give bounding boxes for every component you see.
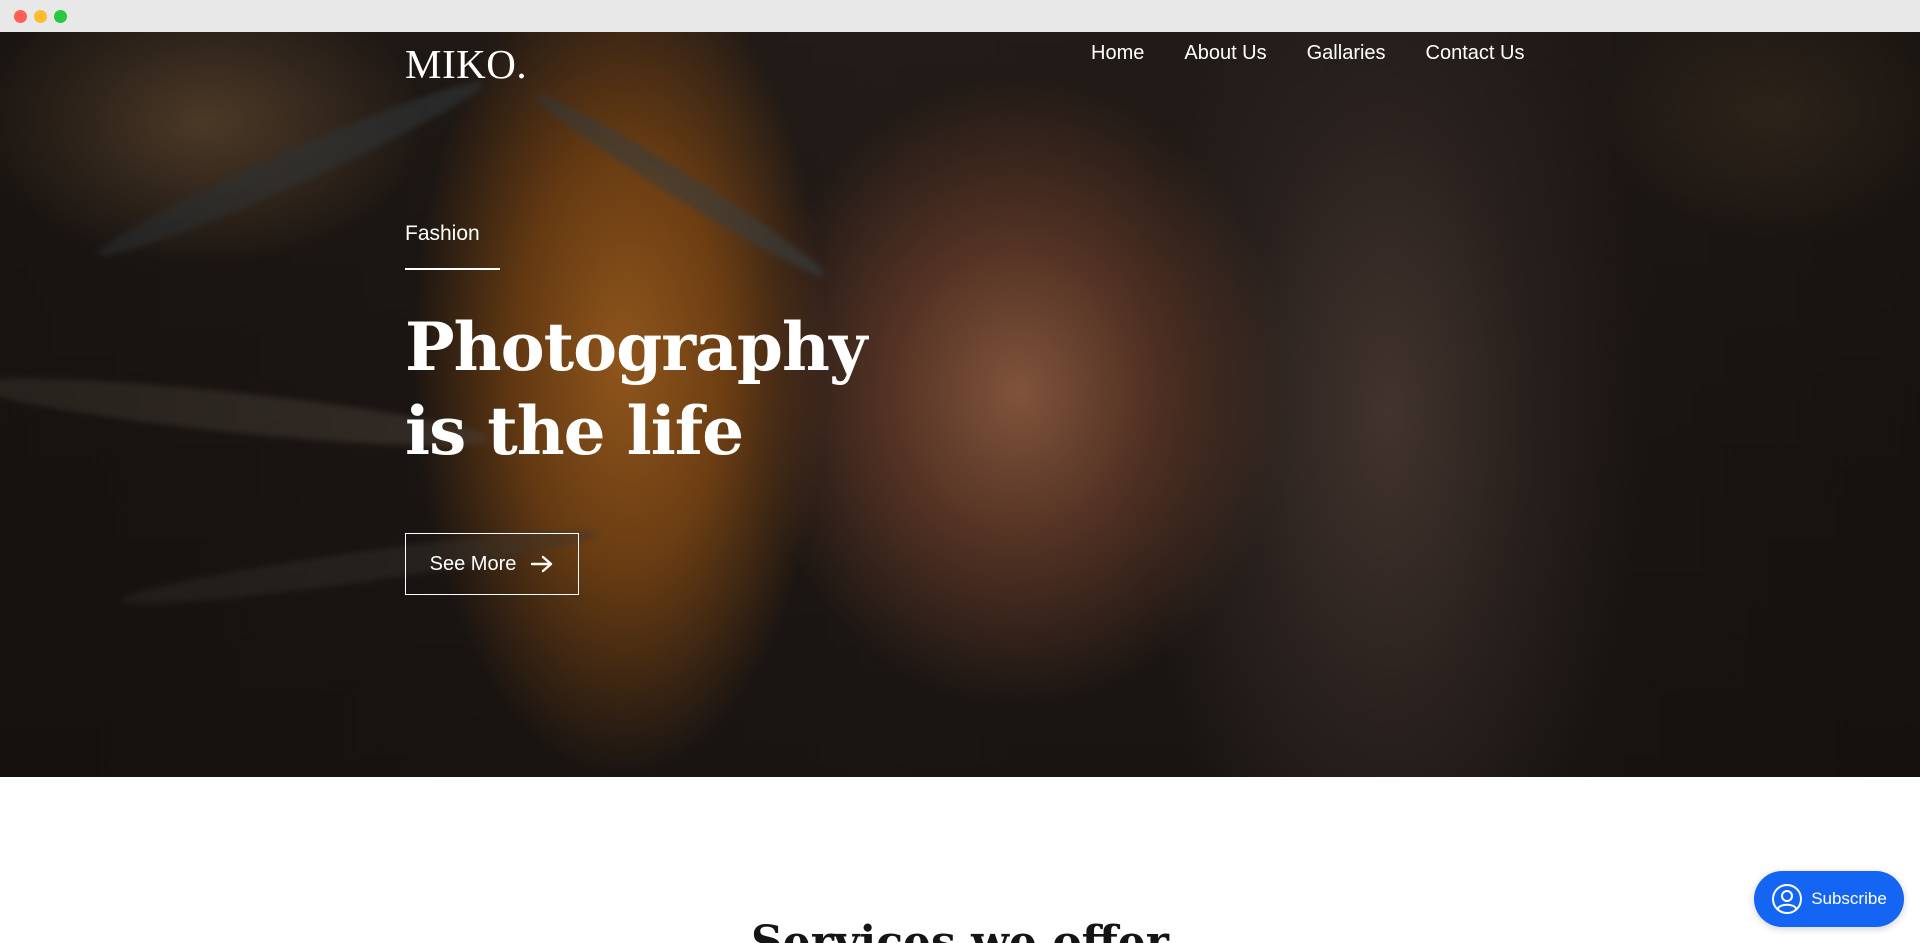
hero-category-underline <box>405 268 500 270</box>
nav-contact-us[interactable]: Contact Us <box>1426 42 1525 65</box>
subscribe-label: Subscribe <box>1811 889 1887 908</box>
hero-category: Fashion <box>405 222 480 245</box>
main-nav: Home About Us Gallaries Contact Us <box>1091 42 1524 65</box>
hero-headline-line2: is the life <box>405 392 744 470</box>
arrow-right-icon <box>531 555 553 573</box>
see-more-label: See More <box>429 552 517 575</box>
site-logo[interactable]: MIKO. <box>405 40 527 88</box>
hero-headline-line1: Photography <box>405 308 867 386</box>
nav-home[interactable]: Home <box>1091 42 1144 65</box>
hero-headline: Photography is the life <box>405 305 867 473</box>
nav-gallaries[interactable]: Gallaries <box>1307 42 1386 65</box>
hero-overlay <box>0 32 1920 777</box>
close-window-button[interactable] <box>14 10 27 23</box>
maximize-window-button[interactable] <box>54 10 67 23</box>
services-heading: Services we offer <box>751 917 1169 943</box>
user-circle-icon <box>1772 884 1803 914</box>
minimize-window-button[interactable] <box>34 10 47 23</box>
hero-section <box>0 32 1920 777</box>
nav-about-us[interactable]: About Us <box>1184 42 1266 65</box>
subscribe-button[interactable]: Subscribe <box>1754 871 1904 927</box>
window-titlebar <box>0 0 1920 32</box>
see-more-button[interactable]: See More <box>405 533 579 595</box>
